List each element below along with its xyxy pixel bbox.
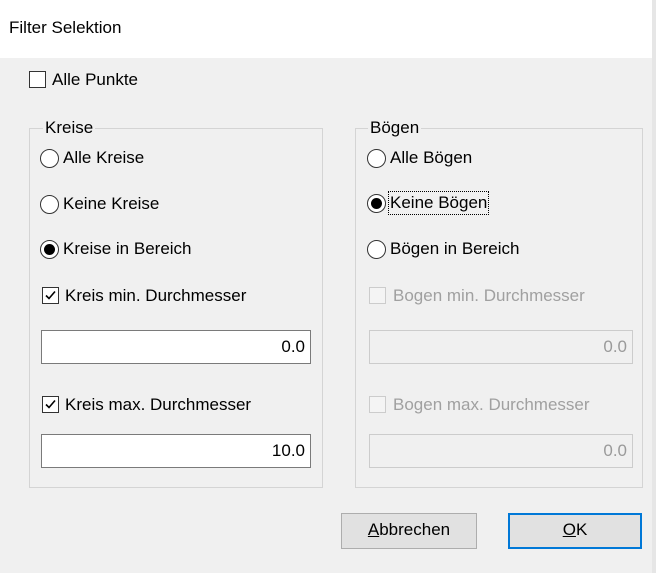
arc-max-diameter-checkbox[interactable] <box>369 396 386 413</box>
circle-min-diameter-label[interactable]: Kreis min. Durchmesser <box>65 286 246 306</box>
radio-all-circles[interactable] <box>40 149 59 168</box>
filter-selection-dialog: Filter Selektion Alle Punkte Kreise Alle… <box>0 0 656 573</box>
cancel-button-label: bbrechen <box>379 520 451 539</box>
radio-no-circles-label[interactable]: Keine Kreise <box>63 194 159 214</box>
window-border <box>652 0 656 573</box>
radio-no-arcs-label[interactable]: Keine Bögen <box>387 191 490 215</box>
radio-circles-in-range[interactable] <box>40 240 59 259</box>
radio-no-arcs[interactable] <box>367 194 386 213</box>
checkmark-icon <box>45 399 56 409</box>
cancel-button[interactable]: Abbrechen <box>341 513 477 549</box>
circle-max-diameter-checkbox[interactable] <box>42 396 59 413</box>
ok-button-label: K <box>575 520 588 539</box>
title-bar[interactable]: Filter Selektion <box>0 0 656 58</box>
radio-arcs-in-range[interactable] <box>367 240 386 259</box>
all-points-checkbox[interactable] <box>29 71 46 88</box>
radio-no-circles[interactable] <box>40 195 59 214</box>
arc-max-diameter-label[interactable]: Bogen max. Durchmesser <box>393 395 590 415</box>
arc-min-diameter-input[interactable]: 0.0 <box>369 330 633 364</box>
circle-max-diameter-input[interactable]: 10.0 <box>41 434 311 468</box>
radio-dot-icon <box>44 244 55 255</box>
circle-min-diameter-checkbox[interactable] <box>42 287 59 304</box>
arc-min-diameter-label[interactable]: Bogen min. Durchmesser <box>393 286 585 306</box>
arcs-group-label: Bögen <box>368 118 422 138</box>
radio-all-arcs-label[interactable]: Alle Bögen <box>390 148 472 168</box>
radio-arcs-in-range-label[interactable]: Bögen in Bereich <box>390 239 519 259</box>
radio-dot-icon <box>371 198 382 209</box>
radio-all-arcs[interactable] <box>367 149 386 168</box>
circles-group-label: Kreise <box>43 118 96 138</box>
all-points-label[interactable]: Alle Punkte <box>52 70 138 90</box>
radio-circles-in-range-label[interactable]: Kreise in Bereich <box>63 239 192 259</box>
ok-button-mnemonic: O <box>562 520 576 539</box>
arc-min-diameter-checkbox[interactable] <box>369 287 386 304</box>
ok-button[interactable]: OK <box>508 513 642 549</box>
checkmark-icon <box>45 290 56 300</box>
arc-max-diameter-input[interactable]: 0.0 <box>369 434 633 468</box>
circle-min-diameter-input[interactable]: 0.0 <box>41 330 311 364</box>
window-title: Filter Selektion <box>9 18 122 37</box>
cancel-button-mnemonic: A <box>367 520 380 539</box>
radio-all-circles-label[interactable]: Alle Kreise <box>63 148 144 168</box>
circle-max-diameter-label[interactable]: Kreis max. Durchmesser <box>65 395 251 415</box>
